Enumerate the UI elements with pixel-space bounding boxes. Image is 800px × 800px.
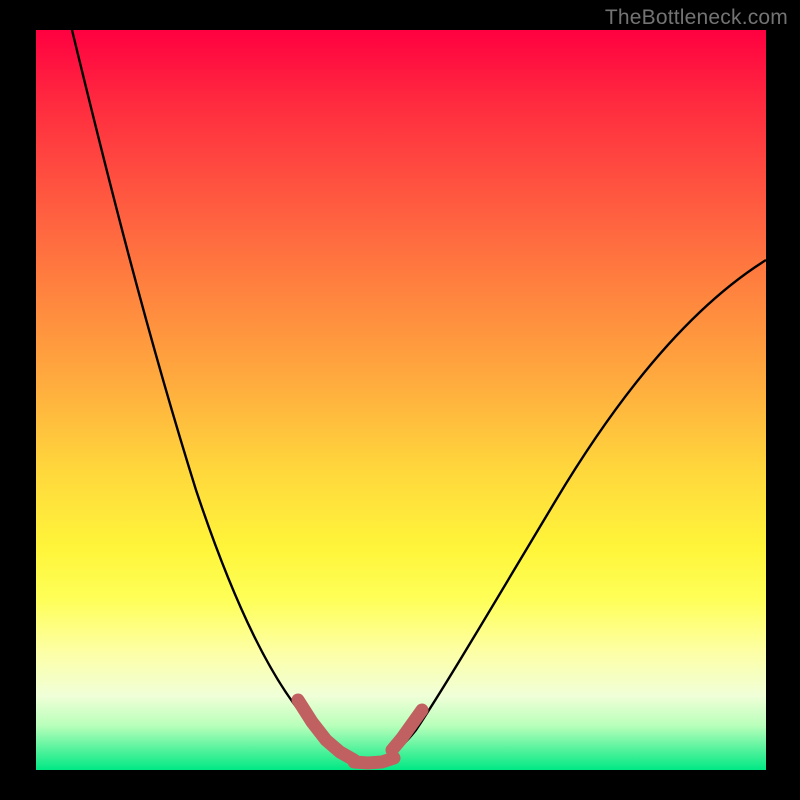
watermark-text: TheBottleneck.com bbox=[605, 6, 788, 30]
bottleneck-curve-path bbox=[72, 30, 766, 762]
curve-svg bbox=[36, 30, 766, 770]
highlight-marker-right bbox=[392, 710, 422, 750]
highlight-marker-left bbox=[298, 700, 354, 760]
chart-frame: TheBottleneck.com bbox=[0, 0, 800, 800]
plot-area bbox=[36, 30, 766, 770]
highlight-marker-bottom bbox=[354, 758, 394, 763]
